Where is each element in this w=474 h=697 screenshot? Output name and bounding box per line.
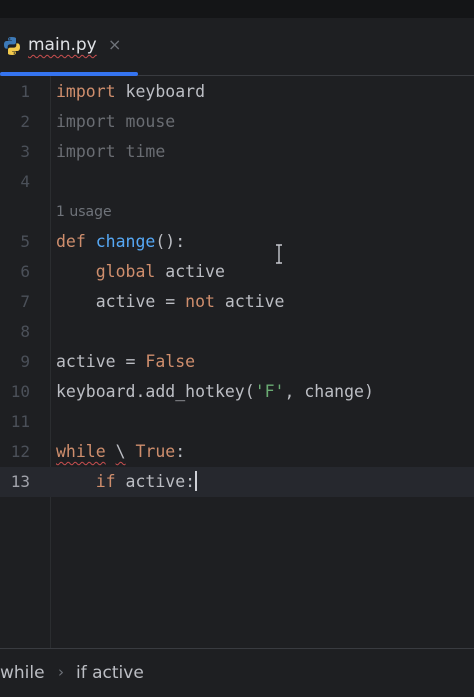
line-number: 3 — [20, 142, 30, 161]
code-text: global active — [56, 257, 225, 287]
code-line[interactable]: 1 import keyboard — [0, 77, 474, 107]
line-number: 12 — [10, 442, 30, 461]
code-text: while \ True: — [56, 437, 185, 467]
close-icon[interactable]: × — [108, 35, 121, 54]
line-number: 6 — [20, 262, 30, 281]
breadcrumb: while › if active — [0, 648, 474, 697]
code-text: active = False — [56, 347, 195, 377]
line-number: 5 — [20, 232, 30, 251]
code-token: 'F' — [254, 382, 285, 401]
code-line[interactable]: 2 import mouse — [0, 107, 474, 137]
code-token: global — [95, 262, 156, 281]
code-token: False — [145, 352, 196, 371]
code-line[interactable]: 10 keyboard.add_hotkey('F', change) — [0, 377, 474, 407]
line-number: 9 — [20, 352, 30, 371]
code-token: change — [95, 232, 156, 251]
text-caret — [195, 471, 198, 491]
breadcrumb-item-while[interactable]: while — [0, 663, 45, 683]
usage-hint[interactable]: 1 usage — [56, 197, 112, 227]
breadcrumb-item-if-active[interactable]: if active — [76, 663, 144, 683]
code-token: (): — [155, 232, 186, 251]
code-text: active = not active — [56, 287, 285, 317]
code-text: import keyboard — [56, 77, 205, 107]
code-token: active — [155, 262, 225, 281]
code-token: : — [175, 442, 186, 461]
tab-filename: main.py — [28, 35, 97, 55]
line-number: 13 — [10, 472, 30, 491]
line-number: 2 — [20, 112, 30, 131]
tab-main-py[interactable]: main.py × — [0, 18, 138, 76]
code-line[interactable]: 5 def change(): — [0, 227, 474, 257]
line-number: 10 — [10, 382, 30, 401]
code-token: keyboard — [115, 82, 206, 101]
window-top-strip — [0, 0, 474, 18]
breadcrumb-separator: › — [58, 663, 64, 681]
python-icon — [4, 37, 20, 55]
code-token: , change) — [284, 382, 374, 401]
code-text: keyboard.add_hotkey('F', change) — [56, 377, 374, 407]
line-number: 1 — [20, 82, 30, 101]
code-line[interactable]: 4 — [0, 167, 474, 197]
editor-tab-bar: main.py × — [0, 18, 474, 76]
code-editor[interactable]: 1 import keyboard 2 import mouse 3 import tim… — [0, 76, 474, 648]
line-number: 8 — [20, 322, 30, 341]
code-token: active = — [56, 352, 146, 371]
code-text: import time — [56, 137, 165, 167]
code-token: import mouse — [56, 112, 176, 131]
code-line[interactable]: 12 while \ True: — [0, 437, 474, 467]
code-line[interactable]: 3 import time — [0, 137, 474, 167]
line-number: 7 — [20, 292, 30, 311]
code-line[interactable]: 11 — [0, 407, 474, 437]
code-line[interactable]: 7 active = not active — [0, 287, 474, 317]
code-token: import time — [56, 142, 166, 161]
code-text: def change(): — [56, 227, 185, 257]
code-token: active = — [56, 292, 186, 311]
code-token: not — [185, 292, 215, 311]
code-token: \ — [115, 442, 126, 461]
code-line[interactable]: 9 active = False — [0, 347, 474, 377]
code-token: keyboard.add_hotkey( — [56, 382, 255, 401]
code-line[interactable]: 8 — [0, 317, 474, 347]
code-token: True — [135, 442, 176, 461]
code-token: if — [95, 472, 116, 491]
code-line[interactable]: 13 if active: — [0, 467, 474, 497]
code-line[interactable]: 6 global active — [0, 257, 474, 287]
line-number: 11 — [10, 412, 30, 431]
line-number: 4 — [20, 172, 30, 191]
code-token: def — [56, 232, 86, 251]
code-text: import mouse — [56, 107, 175, 137]
code-token: import — [56, 82, 116, 101]
code-text: if active: — [56, 467, 198, 497]
code-token: active: — [115, 472, 196, 491]
code-token: active — [214, 292, 285, 311]
code-token: while — [56, 442, 106, 461]
